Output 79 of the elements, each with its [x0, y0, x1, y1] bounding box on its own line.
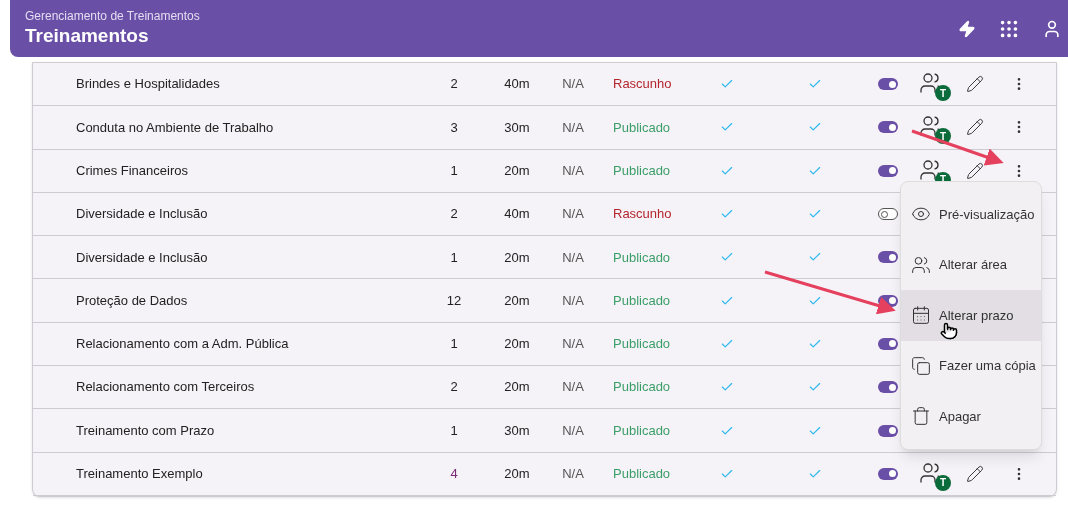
duration-cell-text: 20m: [503, 248, 531, 267]
copy-icon: [911, 355, 931, 376]
duration-cell-text: 20m: [503, 291, 531, 310]
training-name: Conduta no Ambiente de Trabalho: [76, 118, 275, 137]
training-name: Relacionamento com a Adm. Pública: [76, 335, 290, 354]
deadline-cell-text: N/A: [561, 421, 585, 440]
count-cell-text: 3: [449, 118, 459, 137]
toggle-switch[interactable]: [878, 208, 898, 221]
training-name: Relacionamento com Terceiros: [76, 378, 256, 397]
lightning-icon[interactable]: [958, 19, 976, 38]
status-label: Publicado: [613, 466, 671, 482]
deadline-cell-text: N/A: [561, 75, 585, 94]
header-title: Treinamentos: [25, 24, 150, 48]
edit-icon[interactable]: [966, 118, 984, 137]
hand-cursor-icon: [940, 322, 958, 340]
toggle-switch[interactable]: [878, 164, 898, 177]
status-label: Rascunho: [613, 206, 672, 222]
toggle-switch[interactable]: [878, 381, 898, 394]
duration-cell-text: 30m: [503, 118, 531, 137]
training-name: Diversidade e Inclusão: [76, 248, 209, 267]
deadline-cell-text: N/A: [561, 291, 585, 310]
deadline-cell-text: N/A: [561, 465, 585, 484]
duration-cell-text: 20m: [503, 465, 531, 484]
edit-icon[interactable]: [966, 161, 984, 180]
deadline-icon: [911, 305, 931, 326]
duration-cell-text: 30m: [503, 421, 531, 440]
deadline-cell-text: N/A: [561, 205, 585, 224]
toggle-switch[interactable]: [878, 424, 898, 437]
count-cell-text: 12: [445, 291, 463, 310]
deadline-cell-text: N/A: [561, 248, 585, 267]
training-name: Treinamento com Prazo: [76, 421, 216, 440]
team-badge: T: [935, 474, 951, 491]
count-cell-text: 1: [449, 421, 459, 440]
delete-icon: [911, 406, 931, 427]
toggle-switch[interactable]: [878, 467, 898, 480]
training-name: Diversidade e Inclusão: [76, 205, 209, 224]
count-cell-text: 4: [449, 465, 459, 484]
team-badge: T: [935, 85, 951, 102]
deadline-cell-text: N/A: [561, 335, 585, 354]
count-cell-text: 2: [449, 378, 459, 397]
duration-cell-text: 20m: [503, 378, 531, 397]
toggle-switch[interactable]: [878, 337, 898, 350]
duration-cell-text: 40m: [503, 75, 531, 94]
status-label: Publicado: [613, 379, 671, 395]
menu-item[interactable]: Alterar área: [901, 239, 1041, 290]
user-icon[interactable]: [1042, 18, 1062, 39]
status-label: Publicado: [613, 422, 671, 438]
training-name: Treinamento Exemplo: [76, 465, 204, 484]
status-label: Publicado: [613, 249, 671, 265]
count-cell-text: 2: [449, 75, 459, 94]
status-label: Publicado: [613, 119, 671, 135]
training-name: Proteção de Dados: [76, 291, 189, 310]
edit-icon[interactable]: [966, 464, 984, 483]
toggle-switch[interactable]: [878, 121, 898, 134]
edit-icon[interactable]: [966, 75, 984, 94]
menu-item[interactable]: Pré-visualização: [901, 189, 1041, 240]
deadline-cell-text: N/A: [561, 378, 585, 397]
deadline-cell-text: N/A: [561, 118, 585, 137]
status-label: Publicado: [613, 292, 671, 308]
duration-cell-text: 20m: [503, 162, 531, 180]
deadline-cell-text: N/A: [561, 162, 585, 180]
duration-cell-text: 20m: [503, 335, 531, 354]
status-label: Rascunho: [613, 76, 672, 92]
count-cell-text: 1: [449, 335, 459, 354]
menu-item[interactable]: Apagar: [901, 391, 1041, 442]
count-cell-text: 1: [449, 162, 459, 180]
toggle-switch[interactable]: [878, 251, 898, 264]
status-label: Publicado: [613, 336, 671, 352]
count-cell-text: 1: [449, 248, 459, 267]
area-icon: [911, 254, 931, 275]
count-cell-text: 2: [449, 205, 459, 224]
training-name: Brindes e Hospitalidades: [76, 75, 221, 94]
training-name: Crimes Financeiros: [76, 162, 189, 180]
toggle-switch[interactable]: [878, 78, 898, 91]
menu-item[interactable]: Alterar prazo: [901, 290, 1041, 341]
status-label: Publicado: [613, 163, 671, 178]
menu-item[interactable]: Fazer uma cópia: [901, 340, 1041, 391]
duration-cell-text: 40m: [503, 205, 531, 224]
header-subtitle: Gerenciamento de Treinamentos: [25, 9, 200, 25]
